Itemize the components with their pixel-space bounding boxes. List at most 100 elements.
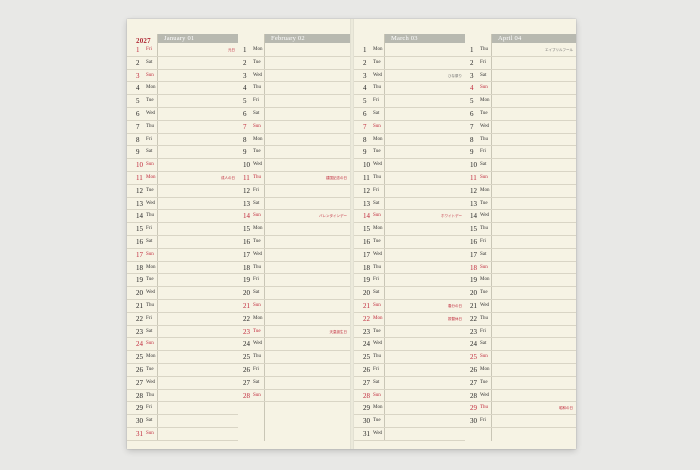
day-row[interactable]: 15 Mon (234, 223, 350, 236)
day-row[interactable]: 16 Sat (127, 236, 238, 249)
day-row[interactable]: 22 Mon (234, 313, 350, 326)
day-row[interactable]: 23 Tue (354, 326, 465, 339)
day-row[interactable]: 9 Tue (234, 146, 350, 160)
day-row[interactable]: 14 Wed (461, 210, 576, 224)
day-row[interactable]: 14 Sun ホワイトデー (354, 210, 465, 224)
day-row[interactable]: 21 Thu (127, 300, 238, 313)
day-row[interactable]: 1 Mon (354, 44, 465, 57)
day-row[interactable]: 21 Sun 春分の日 (354, 300, 465, 313)
day-row[interactable]: 18 Thu (354, 262, 465, 275)
day-row[interactable]: 6 Tue (461, 108, 576, 121)
day-row[interactable]: 31 Sun (127, 428, 238, 441)
day-row[interactable]: 25 Thu (354, 351, 465, 364)
day-row[interactable]: 19 Mon (461, 274, 576, 288)
day-row[interactable]: 14 Sun バレンタインデー (234, 210, 350, 224)
day-row[interactable]: 25 Mon (127, 351, 238, 364)
day-row[interactable]: 16 Tue (354, 236, 465, 249)
day-row[interactable]: 7 Sun (354, 121, 465, 134)
day-row[interactable]: 18 Mon (127, 262, 238, 275)
day-row[interactable]: 11 Thu (354, 172, 465, 185)
day-row[interactable]: 9 Fri (461, 146, 576, 160)
day-row[interactable]: 12 Tue (127, 185, 238, 198)
day-row[interactable]: 4 Thu (354, 82, 465, 96)
day-row[interactable]: 19 Tue (127, 274, 238, 288)
day-row[interactable]: 5 Mon (461, 95, 576, 108)
day-row[interactable]: 24 Sun (127, 338, 238, 352)
day-row[interactable]: 10 Sat (461, 159, 576, 172)
day-row[interactable]: 29 Thu 昭和の日 (461, 402, 576, 416)
day-row[interactable]: 17 Wed (234, 249, 350, 262)
day-row[interactable]: 25 Thu (234, 351, 350, 364)
day-row[interactable]: 26 Mon (461, 364, 576, 377)
day-row[interactable]: 28 Sun (234, 390, 350, 403)
day-row[interactable]: 21 Wed (461, 300, 576, 313)
day-row[interactable]: 28 Sun (354, 390, 465, 403)
day-row[interactable]: 2 Tue (354, 57, 465, 70)
day-row[interactable]: 28 Wed (461, 390, 576, 403)
day-row[interactable]: 6 Wed (127, 108, 238, 121)
day-row[interactable]: 10 Wed (354, 159, 465, 172)
day-row[interactable]: 24 Sat (461, 338, 576, 352)
day-row[interactable]: 6 Sat (354, 108, 465, 121)
day-row[interactable]: 1 Thu エイプリルフール (461, 44, 576, 57)
day-row[interactable]: 30 Fri (461, 415, 576, 428)
day-row[interactable]: 24 Wed (354, 338, 465, 352)
day-row[interactable]: 13 Tue (461, 198, 576, 211)
day-row[interactable]: 1 Mon (234, 44, 350, 57)
day-row[interactable]: 19 Fri (234, 274, 350, 288)
day-row[interactable]: 19 Fri (354, 274, 465, 288)
day-row[interactable]: 5 Tue (127, 95, 238, 108)
day-row[interactable]: 12 Fri (234, 185, 350, 198)
day-row[interactable]: 15 Thu (461, 223, 576, 236)
day-row[interactable]: 27 Wed (127, 377, 238, 390)
day-row[interactable]: 4 Mon (127, 82, 238, 96)
day-row[interactable]: 22 Mon 振替休日 (354, 313, 465, 326)
day-row[interactable]: 16 Fri (461, 236, 576, 249)
day-row[interactable]: 3 Sat (461, 70, 576, 83)
day-row[interactable]: 2 Sat (127, 57, 238, 70)
day-row[interactable]: 27 Tue (461, 377, 576, 390)
day-row[interactable]: 26 Tue (127, 364, 238, 377)
day-row[interactable]: 5 Fri (234, 95, 350, 108)
day-row[interactable]: 3 Sun (127, 70, 238, 83)
day-row[interactable]: 11 Mon 成人の日 (127, 172, 238, 185)
day-row[interactable]: 17 Wed (354, 249, 465, 262)
day-row[interactable]: 4 Thu (234, 82, 350, 96)
day-row[interactable]: 13 Wed (127, 198, 238, 211)
day-row[interactable]: 28 Thu (127, 390, 238, 403)
day-row[interactable]: 15 Mon (354, 223, 465, 236)
day-row[interactable]: 27 Sat (234, 377, 350, 390)
day-row[interactable]: 23 Tue 天皇誕生日 (234, 326, 350, 339)
day-row[interactable]: 20 Sat (354, 287, 465, 300)
day-row[interactable]: 20 Tue (461, 287, 576, 300)
day-row[interactable]: 20 Sat (234, 287, 350, 300)
day-row[interactable]: 1 Fri 元日 (127, 44, 238, 57)
day-row[interactable]: 14 Thu (127, 210, 238, 224)
day-row[interactable]: 6 Sat (234, 108, 350, 121)
day-row[interactable]: 8 Mon (234, 134, 350, 147)
day-row[interactable]: 31 Wed (354, 428, 465, 441)
day-row[interactable]: 5 Fri (354, 95, 465, 108)
day-row[interactable]: 2 Fri (461, 57, 576, 70)
day-row[interactable]: 23 Fri (461, 326, 576, 339)
day-row[interactable]: 3 Wed ひな祭り (354, 70, 465, 83)
day-row[interactable]: 18 Sun (461, 262, 576, 275)
day-row[interactable]: 12 Fri (354, 185, 465, 198)
day-row[interactable]: 30 Sat (127, 415, 238, 428)
day-row[interactable]: 13 Sat (354, 198, 465, 211)
day-row[interactable]: 9 Sat (127, 146, 238, 160)
day-row[interactable]: 30 Tue (354, 415, 465, 428)
day-row[interactable]: 3 Wed (234, 70, 350, 83)
day-row[interactable]: 23 Sat (127, 326, 238, 339)
day-row[interactable]: 10 Sun (127, 159, 238, 172)
day-row[interactable]: 17 Sat (461, 249, 576, 262)
day-row[interactable]: 15 Fri (127, 223, 238, 236)
day-row[interactable]: 7 Wed (461, 121, 576, 134)
day-row[interactable]: 22 Fri (127, 313, 238, 326)
day-row[interactable]: 10 Wed (234, 159, 350, 172)
day-row[interactable]: 26 Fri (234, 364, 350, 377)
day-row[interactable]: 12 Mon (461, 185, 576, 198)
day-row[interactable]: 9 Tue (354, 146, 465, 160)
day-row[interactable]: 29 Fri (127, 402, 238, 416)
day-row[interactable]: 11 Sun (461, 172, 576, 185)
